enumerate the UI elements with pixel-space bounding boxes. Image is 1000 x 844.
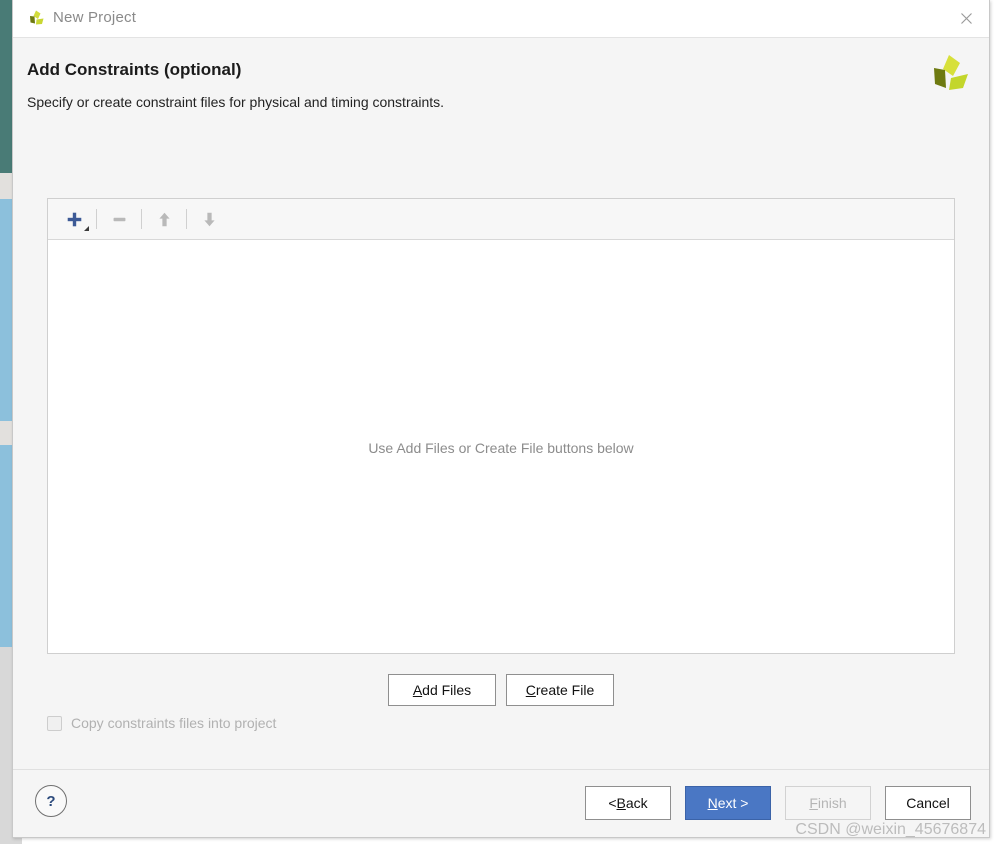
move-up-button[interactable]: [146, 204, 182, 234]
back-mnemonic: B: [616, 795, 626, 811]
add-sources-button[interactable]: [56, 204, 92, 234]
copy-constraints-label: Copy constraints files into project: [71, 715, 277, 731]
arrow-down-icon: [203, 212, 215, 226]
chevron-down-icon: [84, 226, 89, 231]
back-label: ack: [625, 795, 648, 811]
copy-constraints-checkbox[interactable]: [47, 715, 62, 731]
toolbar-separator: [141, 209, 142, 229]
create-file-mnemonic: C: [525, 682, 536, 698]
constraints-list-panel: Use Add Files or Create File buttons bel…: [47, 198, 955, 654]
constraints-toolbar: [48, 199, 954, 240]
create-file-label: reate File: [535, 682, 595, 698]
page-title: Add Constraints (optional): [27, 60, 242, 79]
next-mnemonic: N: [707, 795, 718, 811]
close-icon[interactable]: [943, 0, 989, 37]
help-button[interactable]: ?: [35, 785, 67, 817]
dialog-footer: ? < Back Next > Finish Cancel: [13, 769, 989, 837]
xilinx-logo-icon: [927, 52, 971, 96]
add-files-mnemonic: A: [412, 682, 423, 698]
copy-constraints-option[interactable]: Copy constraints files into project: [47, 715, 276, 731]
move-down-button[interactable]: [191, 204, 227, 234]
back-button[interactable]: < Back: [585, 786, 671, 820]
dialog-titlebar: New Project: [13, 0, 989, 38]
dialog-title: New Project: [53, 9, 137, 26]
finish-mnemonic: F: [809, 795, 818, 811]
finish-button[interactable]: Finish: [785, 786, 871, 820]
dialog-header: Add Constraints (optional) Specify or cr…: [13, 38, 989, 158]
next-label: ext >: [717, 795, 749, 811]
add-files-button[interactable]: Add Files: [388, 674, 496, 706]
navigation-buttons: < Back Next > Finish Cancel: [585, 786, 971, 820]
cancel-label: Cancel: [906, 795, 950, 811]
xilinx-logo-icon: [27, 9, 47, 29]
dialog-body: Use Add Files or Create File buttons bel…: [13, 158, 989, 769]
remove-button[interactable]: [101, 204, 137, 234]
finish-label: inish: [817, 795, 847, 811]
minus-icon: [113, 217, 125, 221]
constraints-list-area[interactable]: Use Add Files or Create File buttons bel…: [48, 240, 954, 653]
toolbar-separator: [96, 209, 97, 229]
plus-icon: [67, 212, 81, 226]
new-project-dialog: New Project Add Constraints (optional) S…: [12, 0, 990, 838]
create-file-button[interactable]: Create File: [506, 674, 614, 706]
empty-list-message: Use Add Files or Create File buttons bel…: [368, 440, 634, 456]
cancel-button[interactable]: Cancel: [885, 786, 971, 820]
page-subtitle: Specify or create constraint files for p…: [27, 94, 445, 110]
arrow-up-icon: [158, 212, 170, 226]
file-action-buttons: Add Files Create File: [13, 674, 989, 706]
add-files-label: dd Files: [422, 682, 472, 698]
back-prefix: <: [608, 795, 617, 811]
next-button[interactable]: Next >: [685, 786, 771, 820]
toolbar-separator: [186, 209, 187, 229]
